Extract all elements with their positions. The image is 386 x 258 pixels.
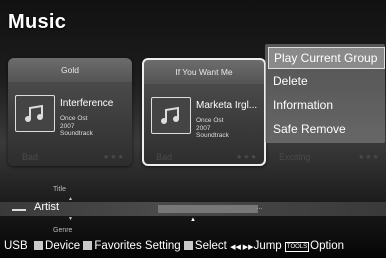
up-arrow-icon[interactable]: ▲	[68, 196, 73, 202]
page-title: Music	[8, 11, 67, 33]
menu-item-safe-remove[interactable]: Safe Remove	[268, 118, 385, 140]
group-index-dots: ...	[256, 202, 263, 211]
rating-stars: ★★★	[358, 154, 380, 161]
jump-label[interactable]: Jump	[254, 240, 282, 252]
menu-item-play-current-group[interactable]: Play Current Group	[268, 47, 385, 69]
down-arrow-icon[interactable]: ▼	[68, 216, 73, 222]
card-reflection-label: Exciting	[279, 152, 311, 162]
album-name: Once Ost	[196, 117, 224, 124]
song-meta: Once Ost 2007 Soundtrack	[60, 115, 93, 138]
song-name: Marketa Irgl...	[196, 100, 258, 111]
option-label[interactable]: Option	[310, 240, 344, 252]
song-meta: Once Ost 2007 Soundtrack	[196, 117, 229, 140]
sort-indicator	[12, 209, 26, 211]
album-year: 2007	[60, 122, 75, 130]
card-reflection-label: Bad	[22, 152, 39, 162]
device-label[interactable]: Device	[45, 240, 80, 252]
album-card-title: Gold	[61, 65, 79, 75]
red-button-icon	[34, 241, 44, 250]
menu-item-information[interactable]: Information	[268, 94, 385, 116]
jump-icon: ◀◀ ▶▶	[230, 244, 254, 251]
music-note-icon	[15, 95, 55, 132]
music-note-icon	[151, 97, 191, 134]
yellow-button-icon	[183, 241, 193, 250]
album-card-2[interactable]: If You Want Me Marketa Irgl... Once Ost …	[142, 58, 266, 166]
group-index-segment[interactable]	[158, 205, 258, 213]
footer-bar: USB Device Favorites Setting Select ◀◀ ▶…	[4, 238, 344, 254]
album-card-1[interactable]: Gold Interference Once Ost 2007 Soundtra…	[8, 58, 132, 166]
sort-option-above[interactable]: Title	[53, 186, 66, 193]
rating-stars: ★★★	[236, 154, 258, 161]
sort-option-below[interactable]: Genre	[53, 227, 72, 234]
rating-stars: ★★★	[103, 154, 125, 161]
album-card-title: If You Want Me	[175, 67, 233, 77]
album-name: Once Ost	[60, 115, 88, 122]
select-label[interactable]: Select	[195, 240, 227, 252]
menu-item-delete[interactable]: Delete	[268, 70, 385, 92]
favorites-setting-label[interactable]: Favorites Setting	[94, 240, 180, 252]
sort-option-current[interactable]: Artist	[34, 201, 59, 213]
album-year: 2007	[196, 124, 211, 132]
tools-button-icon: TOOLS	[284, 242, 310, 252]
card-reflection-label: Bad	[156, 152, 173, 162]
album-genre: Soundtrack	[196, 132, 229, 139]
song-name: Interference	[60, 98, 114, 109]
source-label: USB	[4, 240, 28, 252]
context-menu: Play Current Group Delete Information Sa…	[265, 44, 385, 143]
album-genre: Soundtrack	[60, 130, 93, 137]
green-button-icon	[83, 241, 93, 250]
pointer-icon: ▲	[190, 217, 196, 223]
